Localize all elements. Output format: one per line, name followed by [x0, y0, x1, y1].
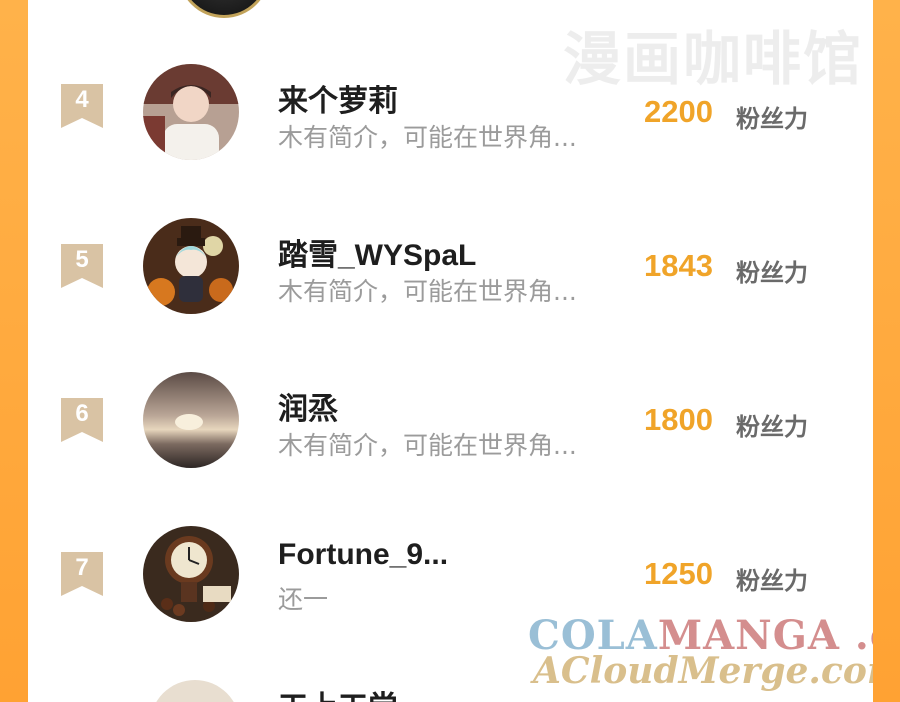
rank-badge: 6: [61, 398, 103, 442]
list-item[interactable]: 6 润烝 木有简介，可能在世界角... 1800 粉丝力: [28, 358, 873, 478]
watermark-text: ACloudMerge.com: [533, 650, 873, 692]
ranking-screen: 漫画咖啡馆 4 来个萝莉 木有简介，可能在世界角... 2200 粉丝力 5 踏…: [0, 0, 900, 702]
fan-score-unit: 粉丝力: [736, 567, 808, 595]
ranking-panel: 漫画咖啡馆 4 来个萝莉 木有简介，可能在世界角... 2200 粉丝力 5 踏…: [28, 0, 873, 702]
rank-badge: 5: [61, 244, 103, 288]
user-name[interactable]: 润烝: [278, 384, 338, 428]
user-bio: 木有简介，可能在世界角...: [278, 277, 577, 306]
rank-number: 7: [75, 554, 89, 581]
avatar[interactable]: [178, 0, 270, 18]
user-name[interactable]: Fortune_9...: [278, 538, 448, 572]
list-item[interactable]: 4 来个萝莉 木有简介，可能在世界角... 2200 粉丝力: [28, 50, 873, 170]
avatar[interactable]: [143, 526, 239, 622]
fan-score: 1250: [644, 556, 713, 591]
fan-score-unit: 粉丝力: [736, 259, 808, 287]
user-name[interactable]: 来个萝莉: [278, 76, 398, 120]
rank-badge: 4: [61, 84, 103, 128]
fan-score-unit: 粉丝力: [736, 413, 808, 441]
avatar[interactable]: [150, 680, 240, 702]
user-name[interactable]: 踏雪_WYSpaL: [278, 230, 476, 274]
avatar[interactable]: [143, 218, 239, 314]
rank-number: 5: [75, 246, 89, 273]
avatar[interactable]: [143, 372, 239, 468]
avatar[interactable]: [143, 64, 239, 160]
fan-score: 1800: [644, 402, 713, 437]
user-photo-icon: [143, 218, 239, 314]
rank-number: 6: [75, 400, 89, 427]
user-bio: 木有简介，可能在世界角...: [278, 123, 577, 152]
rank-number: 4: [75, 86, 89, 113]
fan-score-unit: 粉丝力: [736, 105, 808, 133]
user-photo-icon: [143, 372, 239, 468]
user-photo-icon: [143, 64, 239, 160]
fan-score: 1843: [644, 248, 713, 283]
user-bio: 木有简介，可能在世界角...: [278, 431, 577, 460]
clock-photo-icon: [143, 526, 239, 622]
user-name[interactable]: 工上工尝: [278, 682, 398, 702]
fan-score: 2200: [644, 94, 713, 129]
rank-badge: 7: [61, 552, 103, 596]
list-item[interactable]: 5 踏雪_WYSpaL 木有简介，可能在世界角... 1843 粉丝力: [28, 204, 873, 324]
user-bio: 还一: [278, 585, 329, 614]
